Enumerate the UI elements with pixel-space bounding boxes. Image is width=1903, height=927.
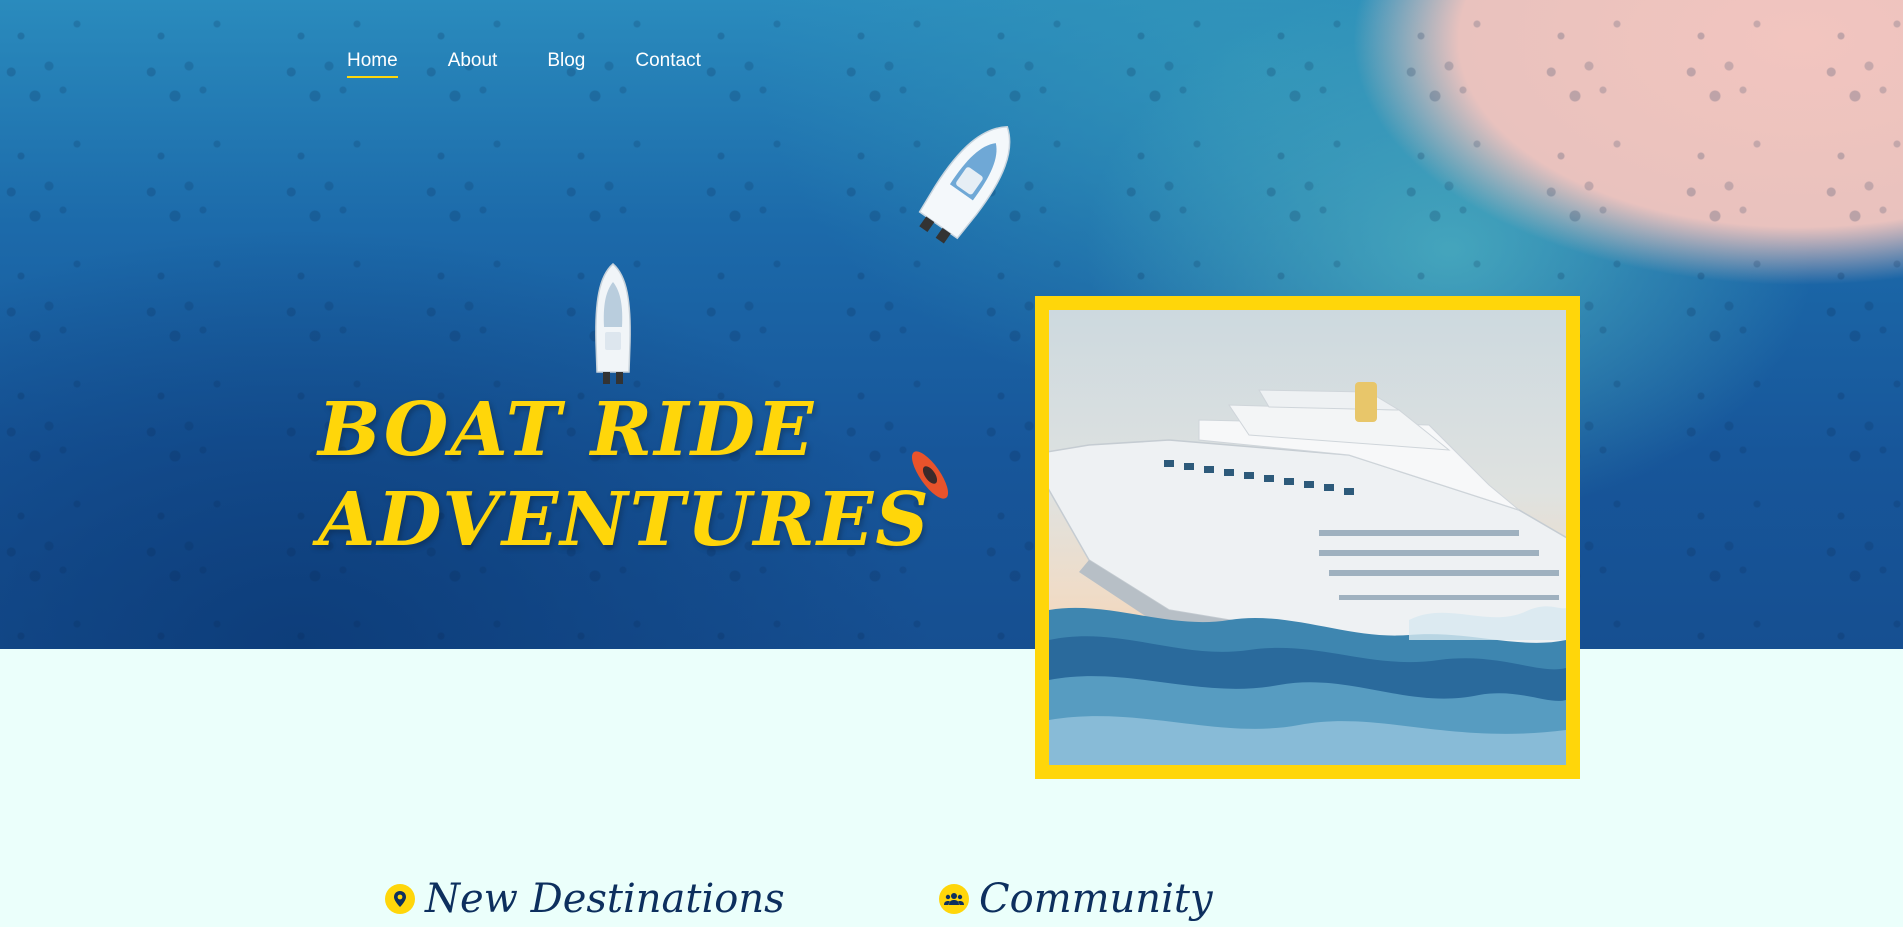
nav-contact-link[interactable]: Contact (635, 49, 700, 78)
main-nav: Home About Blog Contact (347, 49, 701, 78)
feature-new-destinations-label: New Destinations (425, 876, 785, 922)
feature-community-label: Community (979, 876, 1213, 922)
hero-section: Home About Blog Contact BOAT RIDE ADVENT… (0, 0, 1903, 649)
hero-title: BOAT RIDE ADVENTURES (318, 385, 938, 565)
cruise-ship-illustration (1049, 382, 1566, 765)
hero-background-texture (0, 0, 1903, 649)
map-pin-icon (385, 884, 415, 914)
hero-title-line1: BOAT RIDE (318, 387, 816, 473)
nav-about-link[interactable]: About (448, 49, 498, 78)
cruise-ship-image (1035, 296, 1580, 779)
nav-home-link[interactable]: Home (347, 49, 398, 78)
nav-blog-link[interactable]: Blog (547, 49, 585, 78)
people-icon (939, 884, 969, 914)
hero-title-line2: ADVENTURES (318, 477, 931, 563)
feature-new-destinations: New Destinations (385, 875, 785, 923)
speedboat-image (918, 125, 1011, 244)
feature-community: Community (939, 875, 1213, 923)
small-boat-image (595, 263, 631, 384)
